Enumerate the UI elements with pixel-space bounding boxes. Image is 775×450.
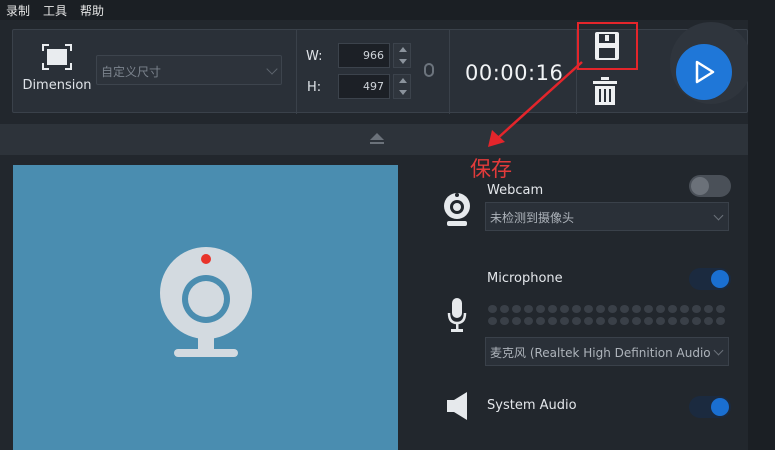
meter-dot	[608, 317, 617, 325]
menu-help[interactable]: 帮助	[80, 2, 104, 19]
webcam-device-value: 未检测到摄像头	[490, 211, 575, 225]
link-icon[interactable]	[424, 63, 434, 77]
meter-dot	[668, 305, 677, 313]
meter-dot	[680, 305, 689, 313]
window-edge	[748, 0, 775, 450]
toolbar: Dimension 自定义尺寸 W: 966 H: 497 00:00:16	[12, 22, 752, 114]
microphone-toggle[interactable]	[689, 268, 731, 290]
microphone-level-meter	[485, 300, 728, 330]
meter-dot	[572, 305, 581, 313]
recording-timer: 00:00:16	[465, 61, 564, 85]
meter-dot	[584, 317, 593, 325]
webcam-placeholder-icon	[160, 247, 252, 357]
meter-dot	[692, 305, 701, 313]
meter-dot	[524, 305, 533, 313]
meter-dot	[548, 305, 557, 313]
meter-dot	[704, 305, 713, 313]
microphone-device-select[interactable]: 麦克风 (Realtek High Definition Audio	[485, 337, 729, 366]
meter-dot	[644, 305, 653, 313]
meter-dot	[632, 317, 641, 325]
height-input[interactable]: 497	[338, 74, 390, 99]
meter-dot	[536, 305, 545, 313]
webcam-icon	[444, 193, 470, 226]
menu-record[interactable]: 录制	[6, 2, 30, 19]
meter-dot	[608, 305, 617, 313]
play-icon	[695, 60, 715, 84]
webcam-device-select[interactable]: 未检测到摄像头	[485, 202, 729, 231]
size-preset-value: 自定义尺寸	[101, 65, 162, 79]
meter-dot	[668, 317, 677, 325]
system-audio-label: System Audio	[487, 398, 577, 413]
divider	[449, 30, 450, 114]
menu-bar: 录制 工具 帮助	[0, 0, 748, 20]
menu-tools[interactable]: 工具	[43, 2, 67, 19]
meter-dot	[512, 317, 521, 325]
meter-dot	[596, 317, 605, 325]
microphone-label: Microphone	[487, 271, 563, 286]
dimension-icon	[42, 44, 72, 70]
height-stepper[interactable]	[393, 74, 411, 99]
meter-dot	[620, 305, 629, 313]
meter-dot	[488, 305, 497, 313]
width-input[interactable]: 966	[338, 43, 390, 68]
delete-button[interactable]	[593, 77, 623, 107]
meter-dot	[524, 317, 533, 325]
dimension-label: Dimension	[22, 78, 92, 93]
collapse-bar[interactable]	[0, 124, 748, 155]
meter-dot	[716, 317, 725, 325]
size-preset-select[interactable]: 自定义尺寸	[96, 55, 282, 85]
meter-dot	[632, 305, 641, 313]
speaker-icon	[447, 392, 467, 420]
meter-dot	[620, 317, 629, 325]
save-icon	[595, 32, 619, 60]
annotation-label: 保存	[470, 157, 512, 181]
save-button[interactable]	[577, 22, 638, 70]
webcam-preview	[13, 165, 398, 450]
meter-dot	[656, 305, 665, 313]
meter-dot	[512, 305, 521, 313]
meter-dot	[500, 305, 509, 313]
chevron-down-icon	[713, 210, 724, 221]
chevron-down-icon	[713, 345, 724, 356]
meter-dot	[656, 317, 665, 325]
meter-dot	[644, 317, 653, 325]
webcam-label: Webcam	[487, 183, 544, 198]
webcam-toggle[interactable]	[689, 175, 731, 197]
meter-dot	[488, 317, 497, 325]
trash-icon	[593, 77, 617, 105]
microphone-icon	[447, 298, 467, 332]
width-stepper[interactable]	[393, 43, 411, 68]
meter-dot	[560, 305, 569, 313]
meter-dot	[584, 305, 593, 313]
meter-dot	[680, 317, 689, 325]
meter-dot	[716, 305, 725, 313]
meter-dot	[500, 317, 509, 325]
microphone-device-value: 麦克风 (Realtek High Definition Audio	[490, 346, 711, 360]
meter-dot	[536, 317, 545, 325]
divider	[296, 30, 297, 114]
dimension-button[interactable]: Dimension	[21, 44, 93, 93]
meter-dot	[560, 317, 569, 325]
height-label: H:	[307, 80, 322, 95]
system-audio-toggle[interactable]	[689, 396, 731, 418]
meter-dot	[692, 317, 701, 325]
meter-dot	[704, 317, 713, 325]
meter-dot	[572, 317, 581, 325]
meter-dot	[596, 305, 605, 313]
chevron-down-icon	[266, 63, 278, 75]
start-recording-button[interactable]	[676, 44, 732, 100]
width-label: W:	[306, 49, 323, 64]
collapse-arrow-icon	[370, 133, 384, 144]
meter-dot	[548, 317, 557, 325]
